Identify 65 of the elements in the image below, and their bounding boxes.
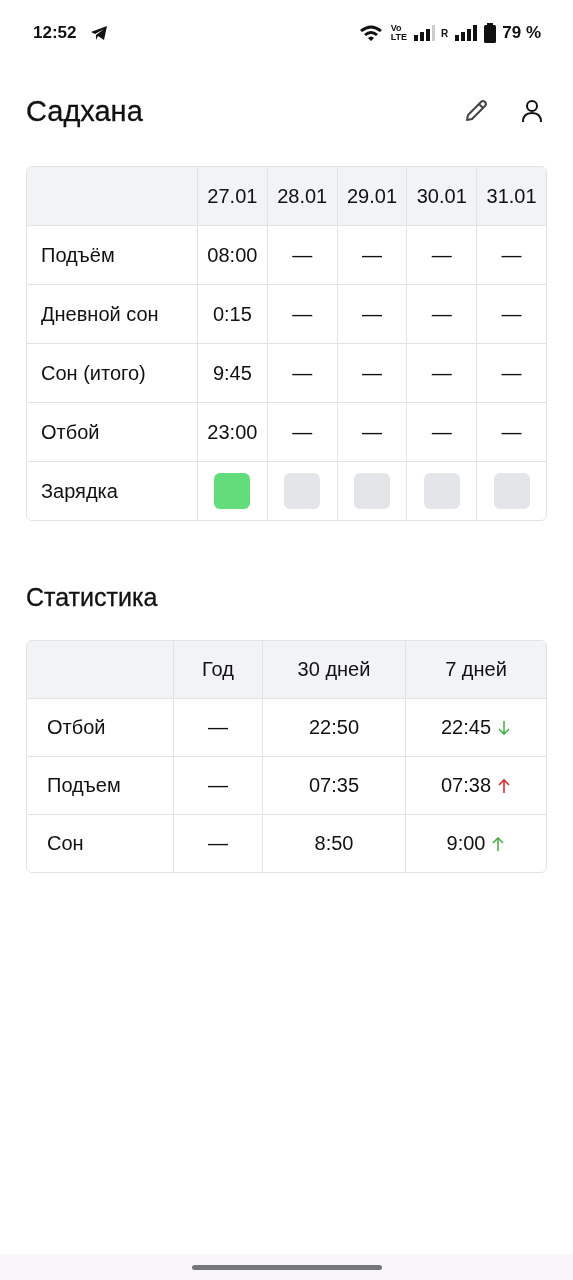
signal-icon (413, 24, 435, 42)
table-cell: — (266, 226, 337, 284)
table-cell: 8:50 (262, 815, 405, 872)
table-cell: — (476, 344, 546, 402)
battery-percent: 79 % (502, 23, 541, 43)
person-icon (521, 99, 543, 123)
signal-icon (454, 24, 479, 42)
column-header: 31.01 (476, 167, 546, 225)
column-header: 29.01 (336, 167, 407, 225)
table-cell: 23:00 (197, 403, 267, 461)
row-label: Зарядка (40, 478, 119, 504)
table-cell: — (406, 226, 477, 284)
page-title: Садхана (26, 94, 144, 128)
column-header: 28.01 (266, 167, 337, 225)
table-cell: — (173, 699, 262, 756)
lte-label: LTE (390, 33, 407, 42)
table-cell: 07:35 (262, 757, 405, 814)
table-cell: 07:38 (440, 774, 492, 797)
paper-plane-icon (90, 25, 109, 41)
table-cell: — (406, 344, 477, 402)
table-cell: — (266, 285, 337, 343)
clock: 12:52 (33, 23, 77, 43)
section-title: Статистика (26, 583, 159, 612)
pencil-icon (463, 98, 489, 124)
table-cell: — (336, 226, 407, 284)
row-label: Отбой (40, 419, 101, 445)
table-cell: — (406, 285, 477, 343)
column-header: 30 дней (262, 641, 405, 698)
roaming-label: R (441, 27, 449, 39)
table-cell: 22:50 (262, 699, 405, 756)
table-cell: — (336, 403, 407, 461)
checkbox[interactable] (423, 473, 460, 509)
table-cell: 9:45 (197, 344, 267, 402)
table-cell: 0:15 (197, 285, 267, 343)
column-header: 7 дней (405, 641, 546, 698)
table-cell: 22:45 (440, 716, 492, 739)
table-cell: — (336, 344, 407, 402)
table-cell: — (266, 403, 337, 461)
row-label: Дневной сон (40, 301, 160, 327)
wifi-icon (358, 24, 385, 42)
row-label: Подъём (40, 242, 116, 268)
row-label: Сон (46, 831, 85, 856)
table-cell: — (476, 285, 546, 343)
table-cell: — (173, 757, 262, 814)
row-label: Сон (итого) (40, 360, 147, 386)
table-cell: — (476, 403, 546, 461)
column-header: 27.01 (197, 167, 267, 225)
table-cell: 08:00 (197, 226, 267, 284)
checkbox[interactable] (284, 473, 321, 509)
table-cell: — (406, 403, 477, 461)
battery-icon (484, 23, 497, 43)
column-header: Год (173, 641, 262, 698)
table-cell: — (336, 285, 407, 343)
table-cell: 9:00 (446, 832, 486, 855)
row-label: Отбой (46, 715, 107, 740)
checkbox[interactable] (214, 473, 251, 509)
checkbox[interactable] (493, 473, 530, 509)
table-cell: — (173, 815, 262, 872)
home-indicator[interactable] (191, 1264, 382, 1270)
volte-label: Vo (390, 24, 403, 33)
column-header: 30.01 (406, 167, 477, 225)
table-cell: — (476, 226, 546, 284)
row-label: Подъем (46, 773, 122, 798)
table-cell: — (266, 344, 337, 402)
checkbox[interactable] (354, 473, 390, 509)
